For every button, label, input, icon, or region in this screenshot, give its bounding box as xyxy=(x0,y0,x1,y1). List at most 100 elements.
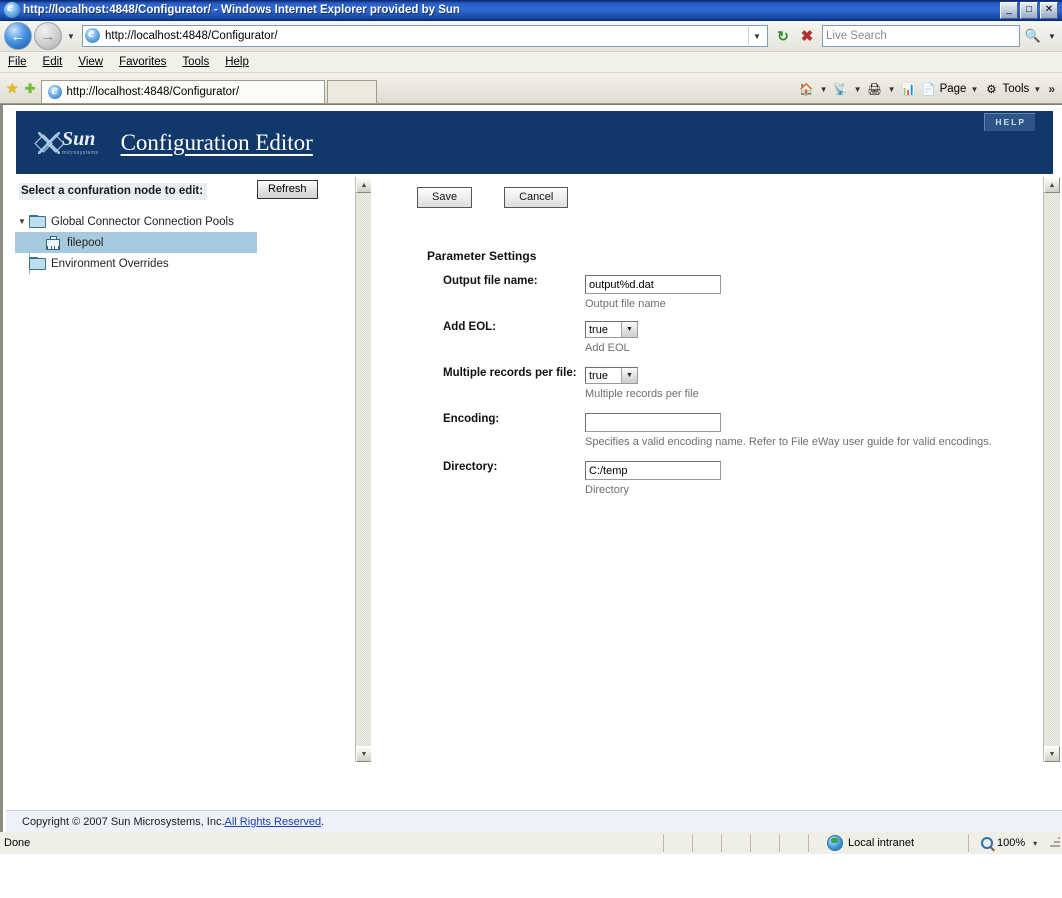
chevron-down-icon[interactable]: ▾ xyxy=(1029,839,1041,848)
menu-favorites[interactable]: Favorites xyxy=(119,56,166,68)
search-provider-dropdown[interactable]: ▼ xyxy=(1046,32,1058,41)
chevron-down-icon[interactable]: ▼ xyxy=(886,85,898,94)
maximize-button[interactable]: □ xyxy=(1020,1,1038,19)
menu-tools[interactable]: Tools xyxy=(182,56,209,68)
chevron-down-icon: ▼ xyxy=(67,31,75,41)
browser-address-bar: ← → ▼ http://localhost:4848/Configurator… xyxy=(0,21,1062,52)
all-rights-reserved-link[interactable]: All Rights Reserved xyxy=(225,816,322,828)
research-button[interactable]: 📊 xyxy=(900,80,918,98)
scroll-up-button[interactable]: ▲ xyxy=(1044,177,1060,193)
feeds-button[interactable]: 📡 ▼ xyxy=(832,80,864,98)
chevron-down-icon[interactable]: ▼ xyxy=(15,217,29,226)
section-title: Parameter Settings xyxy=(427,249,537,263)
chevron-down-icon[interactable]: ▼ xyxy=(968,85,980,94)
security-zone-indicator[interactable]: Local intranet xyxy=(809,834,969,852)
address-input[interactable]: http://localhost:4848/Configurator/ ▼ xyxy=(82,25,768,47)
address-url-text: http://localhost:4848/Configurator/ xyxy=(105,30,278,42)
tree-item-environment-overrides[interactable]: Environment Overrides xyxy=(15,253,315,274)
gear-icon: ⚙ xyxy=(986,84,997,96)
back-button[interactable]: ← xyxy=(4,22,32,50)
tab-configurator[interactable]: http://localhost:4848/Configurator/ xyxy=(41,80,326,103)
refresh-tree-button[interactable]: Refresh xyxy=(257,180,318,199)
status-segment xyxy=(751,834,780,852)
recent-pages-button[interactable]: ▼ xyxy=(64,23,78,49)
page-icon: 📄 xyxy=(921,84,936,96)
output-file-name-input[interactable] xyxy=(585,275,721,294)
add-eol-select[interactable]: true ▼ xyxy=(585,321,638,338)
menu-edit-label: Edit xyxy=(42,56,63,68)
page-scrollbar[interactable]: ▲ ▼ xyxy=(1043,177,1060,762)
menu-edit[interactable]: Edit xyxy=(43,56,63,68)
tree-item-filepool[interactable]: filepool xyxy=(15,232,257,253)
field-hint: Output file name xyxy=(585,298,666,310)
scroll-up-button[interactable]: ▲ xyxy=(356,177,372,193)
tab-new[interactable] xyxy=(327,80,378,103)
field-label: Directory: xyxy=(443,461,498,473)
tools-menu-label: Tools xyxy=(1002,83,1030,95)
cancel-button[interactable]: Cancel xyxy=(504,187,569,208)
minimize-button[interactable]: _ xyxy=(1000,1,1018,19)
select-value: true xyxy=(589,369,608,382)
menu-help[interactable]: Help xyxy=(225,56,249,68)
multiple-records-per-file-select[interactable]: true ▼ xyxy=(585,367,638,384)
status-segment xyxy=(780,834,809,852)
research-icon: 📊 xyxy=(901,84,916,96)
tree-item-global-connector-connection-pools[interactable]: ▼ Global Connector Connection Pools xyxy=(15,211,315,232)
menu-bar: File Edit View Favorites Tools Help xyxy=(0,52,1062,73)
chevron-down-icon[interactable]: ▼ xyxy=(1031,85,1043,94)
tab-label: http://localhost:4848/Configurator/ xyxy=(66,86,240,98)
chevron-down-icon[interactable]: ▼ xyxy=(621,368,637,383)
print-button[interactable]: 🖨 ▼ xyxy=(866,80,898,98)
tree-pane-scrollbar[interactable]: ▲ ▼ xyxy=(355,177,372,762)
folder-icon xyxy=(29,257,46,270)
sun-diamond-icon xyxy=(38,131,60,154)
parameter-form-pane: Save Cancel Parameter Settings Output fi… xyxy=(371,177,1039,762)
home-button[interactable]: 🏠 ▼ xyxy=(798,80,830,98)
toolbar-overflow-button[interactable]: » xyxy=(1045,82,1058,96)
ie-window-icon xyxy=(4,2,20,18)
page-menu-button[interactable]: 📄 Page ▼ xyxy=(920,80,981,98)
scroll-down-button[interactable]: ▼ xyxy=(1044,746,1060,762)
chevron-down-icon[interactable]: ▼ xyxy=(621,322,637,337)
tree-pane-header: Select a confuration node to edit: xyxy=(19,183,208,200)
browser-viewport: Sun microsystems Configuration Editor HE… xyxy=(0,104,1062,832)
menu-view[interactable]: View xyxy=(78,56,103,68)
star-icon[interactable]: ★ xyxy=(6,80,19,97)
home-icon: 🏠 xyxy=(799,84,814,96)
forward-button[interactable]: → xyxy=(34,22,62,50)
field-label: Multiple records per file: xyxy=(443,367,577,379)
close-icon: ✕ xyxy=(1044,4,1054,15)
stop-button[interactable]: ✖ xyxy=(796,25,818,47)
address-dropdown-button[interactable]: ▼ xyxy=(748,27,765,45)
menu-file[interactable]: File xyxy=(8,56,27,68)
address-favicon xyxy=(85,28,101,44)
directory-input[interactable] xyxy=(585,461,721,480)
page-copyright-footer: Copyright © 2007 Sun Microsystems, Inc. … xyxy=(6,810,1062,832)
tree-item-label: filepool xyxy=(67,236,104,249)
window-title: http://localhost:4848/Configurator/ - Wi… xyxy=(23,4,460,16)
select-value: true xyxy=(589,323,608,336)
menu-favorites-label: Favorites xyxy=(119,56,167,68)
resize-grip[interactable] xyxy=(1046,835,1062,851)
close-button[interactable]: ✕ xyxy=(1040,1,1058,19)
save-button[interactable]: Save xyxy=(417,187,473,208)
tools-menu-button[interactable]: ⚙ Tools ▼ xyxy=(982,80,1043,98)
help-button[interactable]: HELP xyxy=(984,113,1035,131)
minimize-icon: _ xyxy=(1006,4,1012,15)
chevron-down-icon[interactable]: ▼ xyxy=(818,85,830,94)
zoom-control[interactable]: 100% ▾ xyxy=(969,834,1062,852)
page-menu-label: Page xyxy=(939,83,967,95)
encoding-input[interactable] xyxy=(585,413,721,432)
field-hint: Directory xyxy=(585,484,630,496)
scroll-down-button[interactable]: ▼ xyxy=(356,746,372,762)
field-row-directory: Directory: Directory xyxy=(443,461,1023,496)
refresh-button[interactable]: ↻ xyxy=(772,25,794,47)
chevron-down-icon[interactable]: ▼ xyxy=(852,85,864,94)
menu-tools-label: Tools xyxy=(182,56,210,68)
star-plus-icon[interactable]: ✚ xyxy=(25,81,36,97)
field-row-encoding: Encoding: Specifies a valid encoding nam… xyxy=(443,413,1062,448)
config-node-tree: ▼ Global Connector Connection Pools file… xyxy=(15,211,315,274)
search-input[interactable]: Live Search xyxy=(822,25,1020,47)
page-content: Sun microsystems Configuration Editor HE… xyxy=(0,105,1062,832)
search-go-button[interactable]: 🔍 xyxy=(1022,25,1044,47)
